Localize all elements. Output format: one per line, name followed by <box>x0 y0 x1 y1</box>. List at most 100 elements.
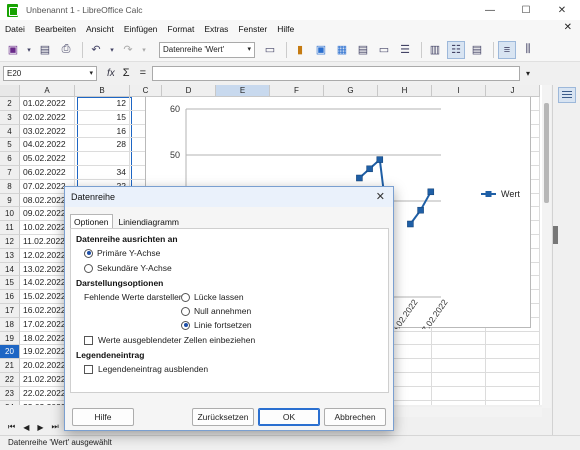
menu-ansicht[interactable]: Ansicht <box>86 24 114 34</box>
column-header[interactable]: A <box>20 85 75 97</box>
radio-continue-line[interactable]: Linie fortsetzen <box>181 320 252 330</box>
empty-cell[interactable] <box>486 345 540 360</box>
column-header[interactable]: F <box>270 85 324 97</box>
empty-cell[interactable] <box>486 359 540 373</box>
properties-icon[interactable] <box>558 87 576 103</box>
row-header[interactable]: 21 <box>0 359 20 373</box>
empty-cell[interactable] <box>486 400 540 405</box>
minimize-button[interactable]: — <box>472 0 508 20</box>
row-header[interactable]: 7 <box>0 166 20 180</box>
format-selection-icon[interactable]: ▭ <box>261 41 279 59</box>
formula-input[interactable] <box>152 65 521 81</box>
row-header[interactable]: 24 <box>0 400 20 405</box>
radio-primary-y-axis[interactable]: Primäre Y-Achse <box>84 248 160 258</box>
menu-bearbeiten[interactable]: Bearbeiten <box>35 24 76 34</box>
row-header[interactable]: 6 <box>0 152 20 166</box>
insert-title-icon[interactable]: ▭ <box>375 41 393 59</box>
chart-area-icon[interactable]: ▣ <box>312 41 330 59</box>
value-cell[interactable]: 16 <box>75 124 130 139</box>
row-header[interactable]: 16 <box>0 290 20 304</box>
checkbox-include-hidden-cells[interactable]: Werte ausgeblendeter Zellen einbeziehen <box>84 335 255 345</box>
close-document-icon[interactable]: ✕ <box>564 22 572 33</box>
vertical-scrollbar-thumb[interactable] <box>544 103 549 203</box>
date-cell[interactable]: 01.02.2022 <box>20 97 75 111</box>
checkbox-hide-legend-entry[interactable]: Legendeneintrag ausblenden <box>84 364 208 374</box>
undo-icon[interactable]: ↶ <box>87 41 105 59</box>
date-cell[interactable]: 06.02.2022 <box>20 166 75 180</box>
menu-hilfe[interactable]: Hilfe <box>277 24 294 34</box>
previous-sheet-icon[interactable]: ◀ <box>23 423 29 432</box>
empty-cell[interactable] <box>486 373 540 387</box>
row-header[interactable]: 17 <box>0 304 20 318</box>
export-pdf-icon[interactable]: ▤ <box>36 41 54 59</box>
horizontal-grids-icon[interactable]: ≡ <box>498 40 516 59</box>
row-header[interactable]: 11 <box>0 221 20 235</box>
column-header[interactable]: D <box>162 85 216 97</box>
column-header[interactable]: C <box>130 85 162 97</box>
empty-cell[interactable] <box>432 373 486 387</box>
sum-icon[interactable]: Σ <box>123 67 130 79</box>
redo-dropdown-icon[interactable]: ▾ <box>140 41 148 59</box>
radio-secondary-y-axis[interactable]: Sekundäre Y-Achse <box>84 263 172 273</box>
next-sheet-icon[interactable]: ▶ <box>37 423 43 432</box>
menu-extras[interactable]: Extras <box>204 24 228 34</box>
chart-type-icon[interactable]: ▮ <box>291 41 309 59</box>
row-header[interactable]: 12 <box>0 235 20 249</box>
row-header[interactable]: 22 <box>0 373 20 387</box>
name-box[interactable]: E20 ▾ <box>3 65 97 81</box>
formula-icon[interactable]: = <box>140 67 146 79</box>
column-header[interactable]: G <box>324 85 378 97</box>
date-cell[interactable]: 05.02.2022 <box>20 152 75 166</box>
first-sheet-icon[interactable]: ⏮ <box>8 422 15 432</box>
menu-format[interactable]: Format <box>167 24 194 34</box>
menu-datei[interactable]: Datei <box>5 24 25 34</box>
row-header[interactable]: 20 <box>0 345 20 360</box>
close-window-button[interactable]: ✕ <box>544 0 580 20</box>
help-button[interactable]: Hilfe <box>72 408 134 426</box>
menu-einfuegen[interactable]: Einfügen <box>124 24 158 34</box>
empty-cell[interactable] <box>432 359 486 373</box>
vertical-scrollbar[interactable] <box>542 85 551 408</box>
data-table-icon[interactable]: ▤ <box>354 41 372 59</box>
row-header[interactable]: 23 <box>0 386 20 401</box>
redo-icon[interactable]: ↷ <box>119 41 137 59</box>
expand-formula-bar-icon[interactable]: ▾ <box>526 69 530 78</box>
row-header[interactable]: 14 <box>0 262 20 277</box>
function-wizard-icon[interactable]: fx <box>107 68 115 79</box>
legend-on-off-icon[interactable]: ☰ <box>396 41 414 59</box>
ok-button[interactable]: OK <box>258 408 320 426</box>
empty-cell[interactable] <box>432 331 486 346</box>
print-icon[interactable]: ⎙ <box>57 41 75 59</box>
cancel-button[interactable]: Abbrechen <box>324 408 386 426</box>
date-cell[interactable]: 04.02.2022 <box>20 138 75 153</box>
chart-data-icon[interactable]: ▥ <box>426 41 444 59</box>
row-header[interactable]: 15 <box>0 276 20 291</box>
column-header[interactable]: I <box>432 85 486 97</box>
vertical-grids-icon[interactable]: ⫼ <box>519 41 537 59</box>
sidebar-collapse-handle[interactable] <box>553 226 558 244</box>
menu-fenster[interactable]: Fenster <box>238 24 267 34</box>
empty-cell[interactable] <box>486 331 540 346</box>
reset-button[interactable]: Zurücksetzen <box>192 408 254 426</box>
row-header[interactable]: 9 <box>0 193 20 208</box>
value-cell[interactable]: 15 <box>75 110 130 125</box>
column-header[interactable]: H <box>378 85 432 97</box>
value-cell[interactable]: 34 <box>75 166 130 180</box>
value-cell[interactable]: 12 <box>75 97 130 111</box>
date-cell[interactable]: 02.02.2022 <box>20 110 75 125</box>
row-header[interactable]: 10 <box>0 207 20 222</box>
empty-cell[interactable] <box>432 386 486 401</box>
undo-dropdown-icon[interactable]: ▾ <box>108 41 116 59</box>
radio-assume-zero[interactable]: Null annehmen <box>181 306 251 316</box>
save-icon[interactable]: ▣ <box>4 41 22 59</box>
last-sheet-icon[interactable]: ⏭ <box>52 422 59 432</box>
date-cell[interactable]: 03.02.2022 <box>20 124 75 139</box>
text-scaling-icon[interactable]: ▤ <box>468 41 486 59</box>
value-cell[interactable]: 28 <box>75 138 130 153</box>
row-header[interactable]: 3 <box>0 110 20 125</box>
column-header[interactable]: J <box>486 85 540 97</box>
row-header[interactable]: 13 <box>0 248 20 263</box>
column-header[interactable]: E <box>216 85 270 97</box>
row-header[interactable]: 18 <box>0 317 20 332</box>
row-header[interactable]: 5 <box>0 138 20 153</box>
